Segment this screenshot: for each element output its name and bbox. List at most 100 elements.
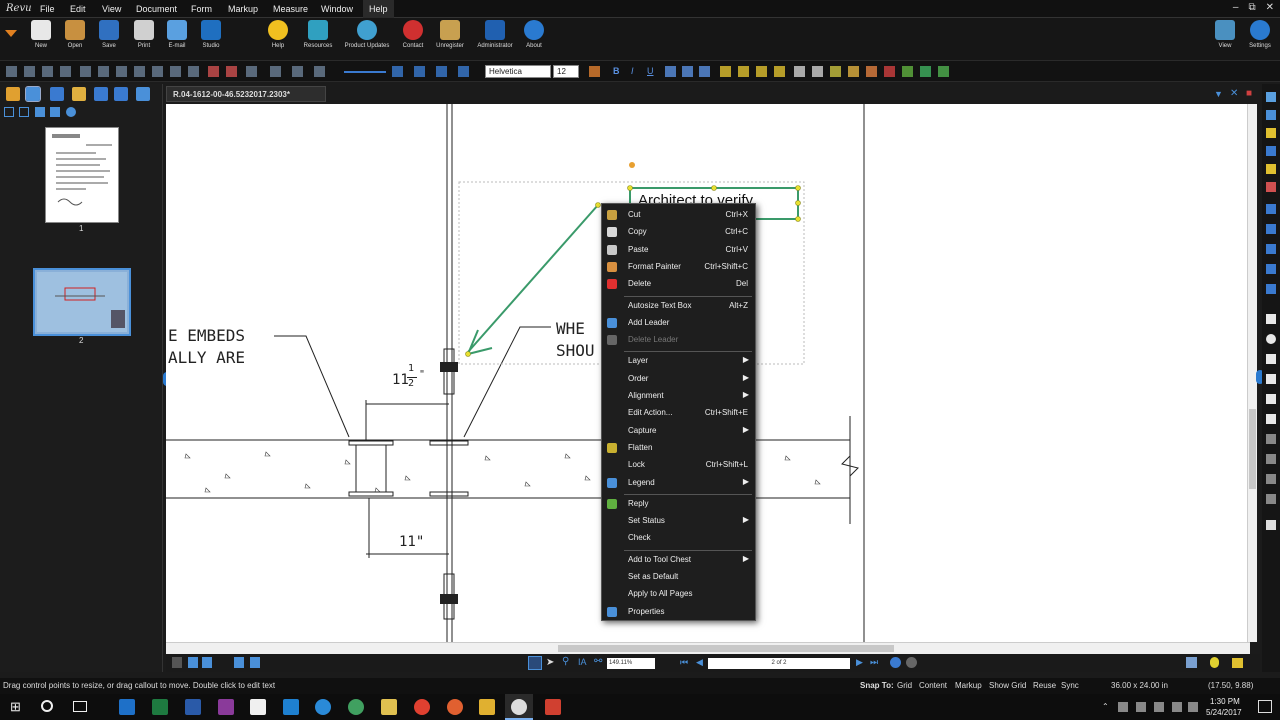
save-button[interactable]: Save <box>89 20 129 49</box>
markup-tool-icon[interactable] <box>884 66 895 77</box>
word-icon[interactable] <box>185 699 201 715</box>
app-icon[interactable] <box>250 699 266 715</box>
network-icon[interactable] <box>1154 702 1164 712</box>
user-icon[interactable] <box>1186 657 1197 668</box>
context-menu-item-legend[interactable]: Legend ▶ <box>602 475 755 491</box>
markup-pen-tab-icon[interactable] <box>50 87 64 101</box>
shrink-thumbnails-icon[interactable] <box>4 107 14 117</box>
continuous-page-icon[interactable] <box>250 657 260 668</box>
internet-explorer-icon[interactable] <box>315 699 331 715</box>
unregister-button[interactable]: Unregister <box>430 20 470 49</box>
align-right-icon[interactable] <box>699 66 710 77</box>
next-page-icon[interactable]: ▶ <box>856 657 863 668</box>
context-menu-item-check[interactable]: Check <box>602 530 755 546</box>
app-icon[interactable] <box>479 699 495 715</box>
single-page-icon[interactable] <box>234 657 244 668</box>
clock-date[interactable]: 5/24/2017 <box>1206 708 1242 717</box>
opacity-icon[interactable] <box>292 66 303 77</box>
distribute-icon[interactable] <box>98 66 109 77</box>
menu-document[interactable]: Document <box>136 4 177 14</box>
fill-color-icon[interactable] <box>270 66 281 77</box>
close-tab-icon[interactable]: ✕ <box>1230 88 1238 99</box>
edge-icon[interactable] <box>283 699 299 715</box>
markup-tool-icon[interactable] <box>830 66 841 77</box>
pen-tool-icon[interactable] <box>1266 146 1276 156</box>
file-explorer-icon[interactable] <box>381 699 397 715</box>
next-view-icon[interactable] <box>906 657 917 668</box>
line-color-icon[interactable] <box>246 66 257 77</box>
chrome-icon[interactable] <box>414 699 430 715</box>
thumbnails-tab-icon[interactable] <box>25 86 41 102</box>
document-tab[interactable]: R.04-1612-00-46.5232017.2303* <box>166 86 326 102</box>
markup-tool-icon[interactable] <box>920 66 931 77</box>
line-end-icon[interactable] <box>414 66 425 77</box>
rectangle-tool-icon[interactable] <box>1266 314 1276 324</box>
hatch-icon[interactable] <box>314 66 325 77</box>
bookmarks-tab-icon[interactable] <box>72 87 86 101</box>
callout-tool-icon[interactable] <box>1266 110 1276 120</box>
onenote-icon[interactable] <box>218 699 234 715</box>
thumbnail-view-icon[interactable] <box>35 107 45 117</box>
select-text-icon[interactable]: IA <box>578 657 587 667</box>
task-view-icon[interactable] <box>73 701 87 712</box>
page-thumbnail-1[interactable] <box>45 127 119 223</box>
align-icon[interactable] <box>24 66 35 77</box>
context-menu-item-flatten[interactable]: Flatten <box>602 440 755 456</box>
skype-icon[interactable] <box>348 699 364 715</box>
sync-toggle[interactable]: Sync <box>1061 681 1079 690</box>
ellipse-tool-icon[interactable] <box>1266 334 1276 344</box>
markup-tool-icon[interactable] <box>774 66 785 77</box>
align-icon[interactable] <box>42 66 53 77</box>
tray-icon[interactable] <box>1118 702 1128 712</box>
underline-button[interactable]: U <box>647 66 654 76</box>
polyline-tool-icon[interactable] <box>1266 264 1276 274</box>
markup-tool-icon[interactable] <box>866 66 877 77</box>
tool-icon[interactable] <box>1266 520 1276 530</box>
page-number-field[interactable]: 2 of 2 <box>708 658 850 669</box>
minimize-icon[interactable]: – <box>1233 2 1239 13</box>
dropdown-arrow-icon[interactable] <box>5 30 17 37</box>
context-menu-item-copy[interactable]: Copy Ctrl+C <box>602 224 755 240</box>
studio-button[interactable]: Studio <box>191 20 231 49</box>
count-tool-icon[interactable] <box>1266 494 1276 504</box>
menu-file[interactable]: File <box>40 4 55 14</box>
note-tool-icon[interactable] <box>1266 128 1276 138</box>
thumbnail-view-icon[interactable] <box>50 107 60 117</box>
restore-icon[interactable]: ⧉ <box>1248 2 1255 13</box>
context-menu-item-order[interactable]: Order ▶ <box>602 371 755 387</box>
context-menu-item-set-status[interactable]: Set Status ▶ <box>602 513 755 529</box>
help-button[interactable]: Help <box>258 20 298 49</box>
zoom-level-field[interactable]: 149.11% <box>607 658 655 669</box>
line-tool-icon[interactable] <box>1266 204 1276 214</box>
excel-icon[interactable] <box>152 699 168 715</box>
keyboard-icon[interactable] <box>1188 702 1198 712</box>
context-menu-item-autosize-text-box[interactable]: Autosize Text Box Alt+Z <box>602 298 755 314</box>
windows-start-icon[interactable]: ⊞ <box>10 699 21 715</box>
shape-tool-icon[interactable] <box>1266 354 1276 364</box>
markup-list-icon[interactable]: ■ <box>1246 88 1252 99</box>
line-end-icon[interactable] <box>392 66 403 77</box>
notifications-icon[interactable] <box>1258 700 1272 713</box>
context-menu-item-layer[interactable]: Layer ▶ <box>602 353 755 369</box>
horizontal-scroll-thumb[interactable] <box>558 645 894 652</box>
outlook-icon[interactable] <box>119 699 135 715</box>
stamp-tool-icon[interactable] <box>1266 394 1276 404</box>
clock-time[interactable]: 1:30 PM <box>1210 697 1240 706</box>
context-menu-item-paste[interactable]: Paste Ctrl+V <box>602 242 755 258</box>
text-tool-icon[interactable] <box>1266 92 1276 102</box>
horizontal-scrollbar[interactable] <box>166 642 1250 654</box>
font-family-select[interactable]: Helvetica <box>485 65 551 78</box>
search-icon[interactable] <box>41 700 53 712</box>
snapshot-icon[interactable]: ⚯ <box>594 656 602 667</box>
snap-markup-toggle[interactable]: Markup <box>955 681 982 690</box>
menu-help[interactable]: Help <box>363 0 394 18</box>
show-grid-toggle[interactable]: Show Grid <box>989 681 1026 690</box>
split-view-icon[interactable] <box>188 657 198 668</box>
markup-tool-icon[interactable] <box>738 66 749 77</box>
highlight-tool-icon[interactable] <box>1266 164 1276 174</box>
context-menu-item-add-leader[interactable]: Add Leader <box>602 315 755 331</box>
polygon-tool-icon[interactable] <box>1266 284 1276 294</box>
align-center-icon[interactable] <box>682 66 693 77</box>
menu-edit[interactable]: Edit <box>70 4 86 14</box>
markup-tool-icon[interactable] <box>938 66 949 77</box>
